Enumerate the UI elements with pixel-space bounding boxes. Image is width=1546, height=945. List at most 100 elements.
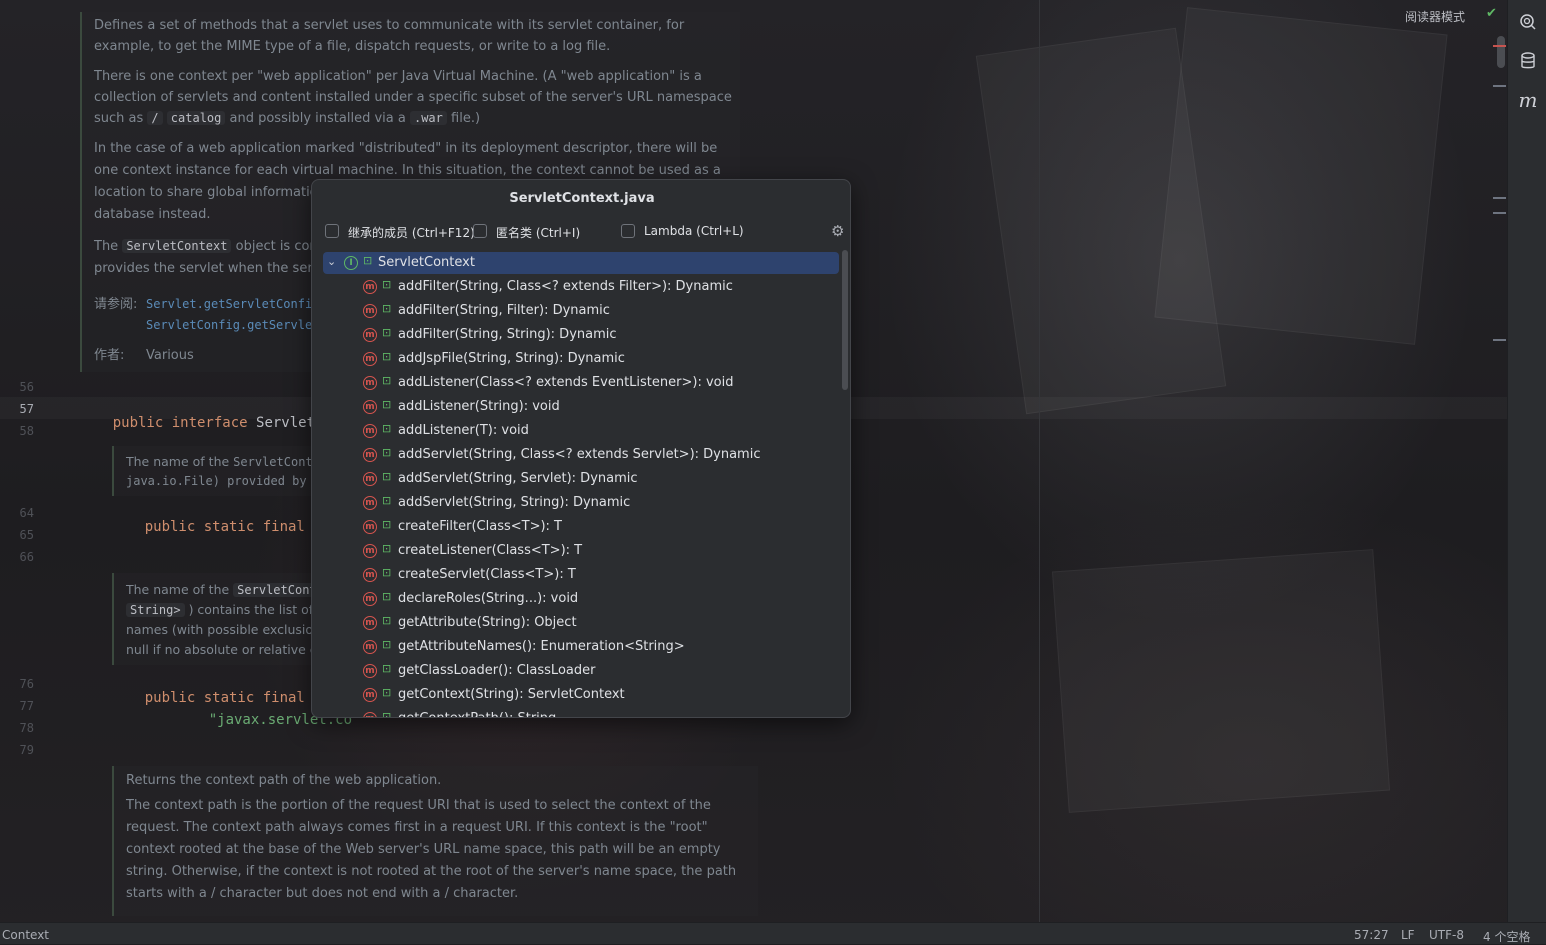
method-node[interactable]: m ⊡ addListener(Class<? extends EventListe… bbox=[323, 372, 839, 394]
method-signature: addFilter(String, Filter): Dynamic bbox=[398, 303, 610, 318]
doc-text: The name of the bbox=[126, 582, 230, 597]
method-node[interactable]: m ⊡ createListener(Class<T>): T bbox=[323, 540, 839, 562]
database-icon[interactable] bbox=[1518, 51, 1538, 71]
chevron-down-icon[interactable]: ⌄ bbox=[327, 255, 336, 268]
doc-code: String> bbox=[126, 603, 185, 617]
method-node[interactable]: m ⊡ addFilter(String, Class<? extends Filt… bbox=[323, 276, 839, 298]
method-icon: m bbox=[363, 400, 377, 414]
checkbox[interactable] bbox=[473, 224, 487, 238]
method-icon: m bbox=[363, 688, 377, 702]
public-visibility-icon: ⊡ bbox=[382, 638, 392, 651]
checkbox-label: 匿名类 (Ctrl+I) bbox=[496, 226, 581, 240]
file-structure-popup[interactable]: ServletContext.java 继承的成员 (Ctrl+F12) 匿名类… bbox=[311, 179, 851, 718]
method-signature: addServlet(String, Class<? extends Servl… bbox=[398, 447, 761, 462]
line-number: 56 bbox=[19, 380, 34, 394]
method-node[interactable]: m ⊡ addListener(T): void bbox=[323, 420, 839, 442]
scroll-marker[interactable] bbox=[1493, 339, 1506, 341]
file-encoding[interactable]: UTF-8 bbox=[1429, 928, 1464, 942]
method-node[interactable]: m ⊡ addServlet(String, Class<? extends Ser… bbox=[323, 444, 839, 466]
doc-code: / bbox=[147, 111, 163, 125]
breadcrumb[interactable]: Context bbox=[2, 928, 49, 942]
method-signature: createListener(Class<T>): T bbox=[398, 543, 583, 558]
see-also-link[interactable]: Servlet.getServletConfi bbox=[146, 297, 312, 311]
doc-text: object is con bbox=[235, 239, 318, 254]
method-signature: createServlet(Class<T>): T bbox=[398, 567, 576, 582]
reader-mode-toggle[interactable]: 阅读器模式 bbox=[1405, 8, 1465, 25]
method-icon: m bbox=[363, 376, 377, 390]
method-node[interactable]: m ⊡ getAttribute(String): Object bbox=[323, 612, 839, 634]
method-signature: addServlet(String, String): Dynamic bbox=[398, 495, 631, 510]
method-signature: declareRoles(String...): void bbox=[398, 591, 579, 606]
indent-setting[interactable]: 4 个空格 bbox=[1483, 928, 1530, 945]
keyword: public interface bbox=[112, 415, 248, 431]
keyword: public static final bbox=[144, 519, 305, 535]
doc-text: file.) bbox=[451, 111, 481, 126]
line-number: 58 bbox=[19, 424, 34, 438]
method-node[interactable]: m ⊡ getContext(String): ServletContext bbox=[323, 684, 839, 706]
checkbox[interactable] bbox=[325, 224, 339, 238]
scroll-marker[interactable] bbox=[1493, 85, 1506, 87]
line-number: 76 bbox=[19, 677, 34, 691]
public-visibility-icon: ⊡ bbox=[382, 614, 392, 627]
doc-paragraph: Returns the context path of the web appl… bbox=[126, 773, 442, 788]
line-number: 79 bbox=[19, 743, 34, 757]
public-visibility-icon: ⊡ bbox=[382, 566, 392, 579]
method-node[interactable]: m ⊡ addServlet(String, Servlet): Dynamic bbox=[323, 468, 839, 490]
method-node[interactable]: m ⊡ getContextPath(): String bbox=[323, 708, 839, 717]
public-visibility-icon: ⊡ bbox=[382, 278, 392, 291]
public-visibility-icon: ⊡ bbox=[382, 326, 392, 339]
method-icon: m bbox=[363, 352, 377, 366]
line-number-current: 57 bbox=[19, 402, 34, 416]
public-visibility-icon: ⊡ bbox=[382, 302, 392, 315]
doc-text: null if no absolute or relative c bbox=[126, 642, 317, 657]
ai-assistant-icon[interactable] bbox=[1518, 12, 1538, 32]
method-signature: getAttributeNames(): Enumeration<String> bbox=[398, 639, 685, 654]
public-visibility-icon: ⊡ bbox=[382, 494, 392, 507]
structure-tree[interactable]: ⌄ I ⊡ ServletContext m ⊡ addFilter(String,… bbox=[312, 250, 850, 717]
line-number: 66 bbox=[19, 550, 34, 564]
public-visibility-icon: ⊡ bbox=[382, 398, 392, 411]
method-node[interactable]: m ⊡ addFilter(String, Filter): Dynamic bbox=[323, 300, 839, 322]
method-signature: addFilter(String, String): Dynamic bbox=[398, 327, 617, 342]
gear-icon[interactable]: ⚙ bbox=[831, 222, 844, 240]
method-node[interactable]: m ⊡ getClassLoader(): ClassLoader bbox=[323, 660, 839, 682]
method-node[interactable]: m ⊡ addFilter(String, String): Dynamic bbox=[323, 324, 839, 346]
method-node[interactable]: m ⊡ getAttributeNames(): Enumeration<Strin… bbox=[323, 636, 839, 658]
tree-node-label: ServletContext bbox=[378, 255, 475, 270]
method-node[interactable]: m ⊡ addServlet(String, String): Dynamic bbox=[323, 492, 839, 514]
method-node[interactable]: m ⊡ createServlet(Class<T>): T bbox=[323, 564, 839, 586]
method-node[interactable]: m ⊡ addJspFile(String, String): Dynamic bbox=[323, 348, 839, 370]
method-signature: getContext(String): ServletContext bbox=[398, 687, 625, 702]
checkbox[interactable] bbox=[621, 224, 635, 238]
right-margin-guide bbox=[1039, 0, 1040, 922]
caret-position[interactable]: 57:27 bbox=[1354, 928, 1389, 942]
inspection-ok-icon[interactable]: ✔ bbox=[1486, 6, 1497, 21]
public-visibility-icon: ⊡ bbox=[382, 446, 392, 459]
javadoc-rendered-method: Returns the context path of the web appl… bbox=[112, 766, 758, 916]
public-visibility-icon: ⊡ bbox=[382, 518, 392, 531]
editor-scrollbar-thumb[interactable] bbox=[1497, 36, 1505, 68]
method-signature: createFilter(Class<T>): T bbox=[398, 519, 562, 534]
maven-icon[interactable]: m bbox=[1518, 90, 1538, 110]
method-node[interactable]: m ⊡ createFilter(Class<T>): T bbox=[323, 516, 839, 538]
method-node[interactable]: m ⊡ addListener(String): void bbox=[323, 396, 839, 418]
method-icon: m bbox=[363, 544, 377, 558]
method-signature: getAttribute(String): Object bbox=[398, 615, 577, 630]
see-also-link[interactable]: ServletConfig.getServle bbox=[146, 318, 312, 332]
method-node[interactable]: m ⊡ declareRoles(String...): void bbox=[323, 588, 839, 610]
method-signature: addListener(Class<? extends EventListene… bbox=[398, 375, 734, 390]
interface-icon: I bbox=[344, 256, 358, 270]
tree-root-node[interactable]: ⌄ I ⊡ ServletContext bbox=[323, 252, 839, 274]
scroll-marker[interactable] bbox=[1493, 212, 1506, 214]
error-marker[interactable] bbox=[1493, 45, 1506, 47]
method-icon: m bbox=[363, 664, 377, 678]
doc-paragraph: The context path is the portion of the r… bbox=[126, 798, 737, 901]
method-icon: m bbox=[363, 424, 377, 438]
public-visibility-icon: ⊡ bbox=[382, 710, 392, 717]
scroll-marker[interactable] bbox=[1493, 197, 1506, 199]
popup-scrollbar-thumb[interactable] bbox=[842, 250, 848, 390]
checkbox-label: Lambda (Ctrl+L) bbox=[644, 224, 744, 238]
line-separator[interactable]: LF bbox=[1401, 928, 1415, 942]
method-signature: addListener(T): void bbox=[398, 423, 529, 438]
public-visibility-icon: ⊡ bbox=[382, 662, 392, 675]
